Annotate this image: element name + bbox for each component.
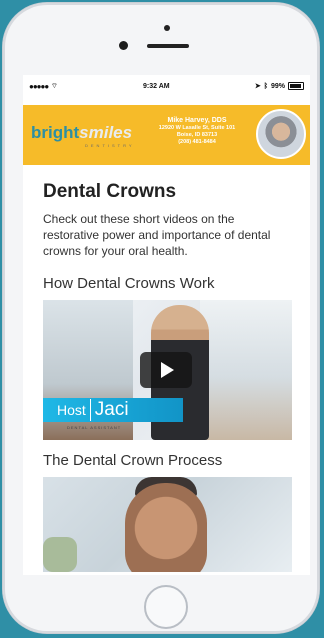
site-banner[interactable]: brightsmiles DENTISTRY Mike Harvey, DDS … bbox=[23, 105, 310, 165]
wifi-icon: ⌔ bbox=[51, 82, 58, 90]
home-button[interactable] bbox=[144, 585, 188, 629]
address-line2: Boise, ID 83713 bbox=[176, 132, 218, 138]
phone-number[interactable]: (208) 481-8484 bbox=[142, 139, 252, 146]
proximity-sensor bbox=[164, 25, 170, 31]
brand-logo[interactable]: brightsmiles bbox=[31, 123, 132, 143]
phone-frame: ●●●●● ⌔ 9:32 AM ➤ ᛒ 99% brightsmiles DEN… bbox=[3, 3, 319, 633]
page-content: Dental Crowns Check out these short vide… bbox=[23, 181, 310, 572]
page-intro: Check out these short videos on the rest… bbox=[43, 212, 271, 258]
play-icon[interactable] bbox=[140, 352, 192, 388]
dentist-name: Mike Harvey, DDS bbox=[167, 117, 227, 124]
battery-icon bbox=[287, 82, 304, 90]
video-how-crowns-work[interactable]: Host Jaci DENTAL ASSISTANT bbox=[43, 300, 292, 440]
status-bar: ●●●●● ⌔ 9:32 AM ➤ ᛒ 99% bbox=[23, 75, 310, 97]
host-subtitle: DENTAL ASSISTANT bbox=[67, 425, 122, 430]
bluetooth-icon: ᛒ bbox=[263, 82, 268, 90]
video-crown-process[interactable] bbox=[43, 477, 292, 572]
video-background-right bbox=[200, 300, 292, 440]
section-title-how-crowns-work: How Dental Crowns Work bbox=[43, 275, 215, 292]
practice-contact: Mike Harvey, DDS 12920 W Lasalle St, Sui… bbox=[142, 116, 252, 146]
front-camera bbox=[119, 41, 128, 50]
section-title-crown-process: The Dental Crown Process bbox=[43, 452, 223, 469]
dentist-avatar bbox=[256, 109, 306, 159]
logo-subtitle: DENTISTRY bbox=[85, 143, 135, 148]
presenter-face bbox=[125, 483, 207, 572]
location-icon: ➤ bbox=[254, 83, 261, 90]
phone-screen: ●●●●● ⌔ 9:32 AM ➤ ᛒ 99% brightsmiles DEN… bbox=[23, 75, 310, 575]
logo-bright: bright bbox=[31, 123, 80, 142]
signal-icon: ●●●●● bbox=[29, 81, 49, 91]
address-line1: 12920 W Lasalle St, Suite 101 bbox=[158, 125, 236, 131]
logo-smiles: smiles bbox=[79, 123, 133, 142]
video-prop bbox=[43, 537, 77, 572]
earpiece-speaker bbox=[147, 44, 189, 48]
host-name: Jaci bbox=[89, 399, 133, 421]
host-label: Host Jaci bbox=[43, 398, 183, 422]
status-time: 9:32 AM bbox=[143, 82, 170, 90]
status-left: ●●●●● ⌔ bbox=[29, 82, 58, 91]
host-label-text: Host bbox=[57, 402, 86, 418]
status-right: ➤ ᛒ 99% bbox=[255, 82, 304, 90]
page-title: Dental Crowns bbox=[43, 181, 177, 202]
battery-percent: 99% bbox=[270, 82, 285, 90]
